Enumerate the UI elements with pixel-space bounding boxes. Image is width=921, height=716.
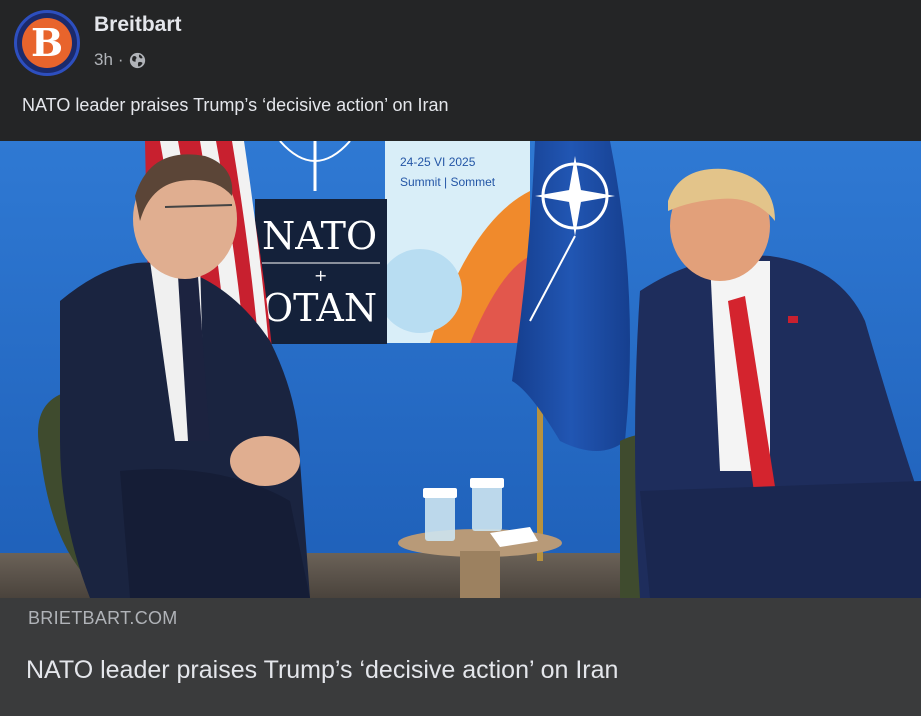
post-caption: NATO leader praises Trump’s ‘decisive ac… [22,95,449,115]
avatar-letter: B [30,19,64,65]
post-meta: 3h · [94,50,146,70]
link-title[interactable]: NATO leader praises Trump’s ‘decisive ac… [26,656,618,685]
nato-text: NATO [262,214,377,258]
summit-panel: 24-25 VI 2025 Summit | Sommet [378,141,530,343]
link-preview[interactable]: BRIETBART.COM NATO leader praises Trump’… [0,598,921,716]
otan-text: OTAN [262,286,377,330]
page-avatar[interactable]: B [14,10,80,76]
globe-icon[interactable] [129,52,146,69]
photo-scene: 24-25 VI 2025 Summit | Sommet NATO + OTA… [0,141,921,598]
meta-separator: · [117,50,124,69]
facebook-post: B Breitbart 3h · NATO leader praises Tru… [0,0,921,716]
post-header: B Breitbart 3h · NATO leader praises Tru… [0,0,921,140]
avatar-logo: B [22,18,72,68]
plus-text: + [314,266,327,285]
summit-dates: 24-25 VI 2025 [400,155,476,169]
post-photo[interactable]: 24-25 VI 2025 Summit | Sommet NATO + OTA… [0,141,921,598]
link-domain: BRIETBART.COM [28,608,178,628]
summit-label: Summit | Sommet [400,175,496,189]
page-name[interactable]: Breitbart [94,13,182,37]
nato-otan-sign: NATO + OTAN [255,199,387,344]
post-time[interactable]: 3h [94,50,113,70]
